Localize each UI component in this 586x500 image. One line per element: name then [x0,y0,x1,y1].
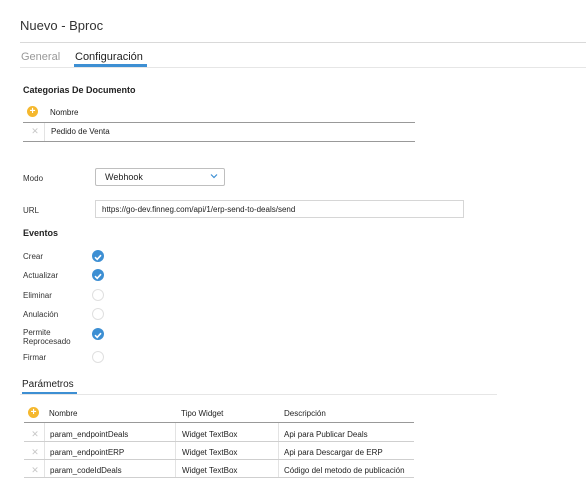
categoria-nombre-cell[interactable]: Pedido de Venta [51,127,110,136]
add-categoria-icon[interactable]: + [27,106,38,117]
evento-eliminar-checkbox[interactable] [92,289,104,301]
parametros-column-tipo: Tipo Widget [181,409,224,418]
categorias-column-nombre: Nombre [50,108,79,117]
url-input-value: https://go-dev.finneg.com/api/1/erp-send… [102,205,296,214]
evento-crear-label: Crear [23,252,44,261]
parametros-column-descripcion: Descripción [284,409,326,418]
evento-eliminar-label: Eliminar [23,291,52,300]
evento-reprocesado-checkbox[interactable] [92,328,104,340]
categorias-heading: Categorias De Documento [23,85,136,95]
parametros-heading: Parámetros [22,379,74,390]
parametros-header-divider [24,422,414,423]
evento-anulacion-label: Anulación [23,310,59,319]
param-col-divider [44,423,45,478]
evento-firmar-checkbox[interactable] [92,351,104,363]
check-icon [94,273,102,280]
check-icon [94,332,102,339]
modo-select-value: Webhook [105,172,143,182]
evento-firmar-label: Firmar [23,353,47,362]
param-row-divider [24,459,414,460]
url-input[interactable]: https://go-dev.finneg.com/api/1/erp-send… [95,200,464,218]
remove-row-icon[interactable]: ✕ [30,126,40,136]
modo-select[interactable]: Webhook [95,168,225,186]
evento-actualizar-checkbox[interactable] [92,269,104,281]
param-row-divider [24,477,414,478]
parametros-column-nombre: Nombre [49,409,78,418]
param-row-divider [24,441,414,442]
param-col-divider [175,423,176,478]
evento-reprocesado-label-line1: Permite [23,328,51,337]
eventos-heading: Eventos [23,228,59,238]
parametros-divider [20,394,497,395]
evento-anulacion-checkbox[interactable] [92,308,104,320]
param-nombre-cell[interactable]: param_codeIdDeals [50,466,122,475]
chevron-down-icon [210,174,218,179]
categorias-row-divider [23,141,415,142]
add-parametro-icon[interactable]: + [28,407,39,418]
param-nombre-cell[interactable]: param_endpointDeals [50,430,128,439]
param-descripcion-cell[interactable]: Código del metodo de publicación [284,466,405,475]
param-col-divider [278,423,279,478]
remove-param-icon[interactable]: ✕ [30,447,40,457]
page-title: Nuevo - Bproc [20,18,104,33]
tab-configuracion[interactable]: Configuración [75,51,143,63]
param-tipo-cell[interactable]: Widget TextBox [182,448,237,457]
param-descripcion-cell[interactable]: Api para Publicar Deals [284,430,368,439]
evento-actualizar-label: Actualizar [23,271,59,280]
title-divider [20,42,586,43]
tabs-divider [20,67,586,68]
modo-label: Modo [23,174,44,183]
check-icon [94,254,102,261]
row-cell-divider [44,123,45,141]
param-nombre-cell[interactable]: param_endpointERP [50,448,124,457]
evento-crear-checkbox[interactable] [92,250,104,262]
evento-reprocesado-label-line2: Reprocesado [23,337,71,346]
param-tipo-cell[interactable]: Widget TextBox [182,430,237,439]
categorias-header-divider [23,122,415,123]
remove-param-icon[interactable]: ✕ [30,429,40,439]
url-label: URL [23,206,40,215]
param-tipo-cell[interactable]: Widget TextBox [182,466,237,475]
param-descripcion-cell[interactable]: Api para Descargar de ERP [284,448,383,457]
remove-param-icon[interactable]: ✕ [30,465,40,475]
tab-general[interactable]: General [21,51,60,63]
